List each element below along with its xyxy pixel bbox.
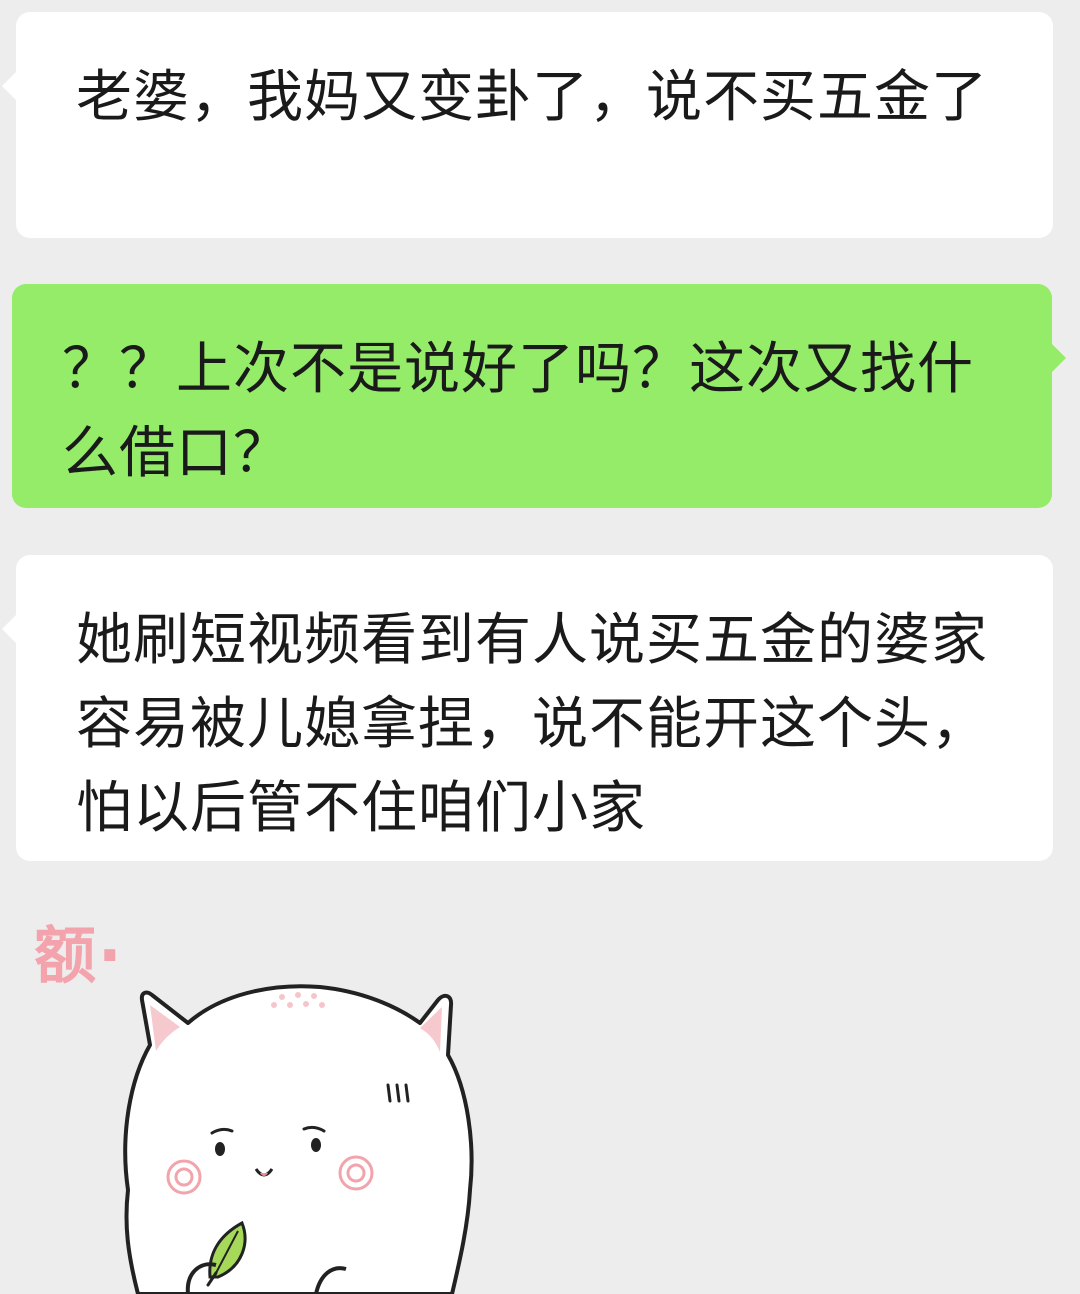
white-cat-sticker-icon (123, 984, 474, 1294)
incoming-message-bubble[interactable]: 老婆，我妈又变卦了，说不买五金了 (2, 12, 1053, 238)
incoming-message-bubble[interactable]: 她刷短视频看到有人说买五金的婆家容易被儿媳拿捏，说不能开这个头，怕以后管不住咱们… (2, 555, 1053, 861)
cat-sticker-message[interactable]: 额· (20, 905, 480, 1294)
message-text: 她刷短视频看到有人说买五金的婆家容易被儿媳拿捏，说不能开这个头，怕以后管不住咱们… (76, 608, 988, 841)
message-text: 老婆，我妈又变卦了，说不买五金了 (76, 65, 988, 130)
bubble-tail (1052, 344, 1066, 372)
bubble-tail (2, 615, 16, 643)
outgoing-message-bubble[interactable]: ？？上次不是说好了吗？这次又找什么借口？ (12, 284, 1066, 508)
bubble-tail (2, 72, 16, 100)
message-text: ？？上次不是说好了吗？这次又找什么借口？ (62, 337, 974, 486)
